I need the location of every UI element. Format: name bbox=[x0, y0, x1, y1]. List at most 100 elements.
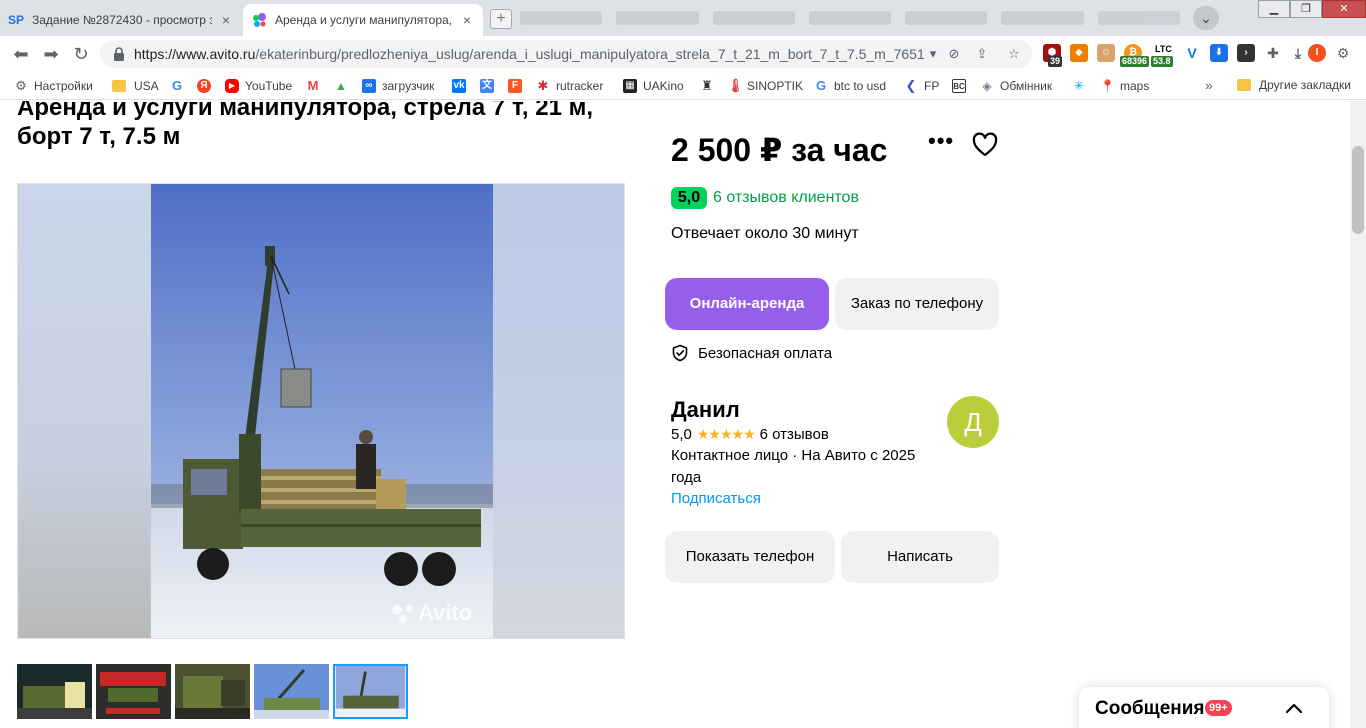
bookmark-gmail[interactable]: M bbox=[306, 78, 326, 94]
price: 2 500 ₽ за час bbox=[671, 132, 888, 168]
bookmark-sinoptik[interactable]: 🌡 SINOPTIK bbox=[727, 78, 803, 94]
reply-time: Отвечает около 30 минут bbox=[671, 225, 859, 242]
tab-search-icon[interactable]: ⌄ bbox=[1193, 6, 1219, 30]
bookmark-star[interactable]: ✳ bbox=[1072, 78, 1092, 94]
seller-avatar[interactable]: Д bbox=[947, 396, 999, 448]
google-icon: G bbox=[815, 78, 827, 93]
more-options-icon[interactable]: ••• bbox=[928, 130, 954, 157]
bookmark-maps[interactable]: 📍 maps bbox=[1100, 78, 1149, 94]
youtube-icon: ▶ bbox=[225, 79, 239, 93]
forward-icon[interactable]: ➡ bbox=[40, 44, 62, 64]
thumbnail[interactable] bbox=[17, 664, 92, 719]
download-ext-icon[interactable]: ⬇ bbox=[1210, 44, 1228, 62]
bookmark-bc[interactable]: BC bbox=[952, 78, 972, 94]
profile-avatar[interactable]: I bbox=[1308, 44, 1326, 62]
bookmark-star-icon[interactable]: ☆ bbox=[1005, 46, 1023, 62]
bookmarks-more-icon[interactable]: » bbox=[1205, 77, 1213, 93]
bookmark-yandex[interactable]: Я bbox=[197, 78, 217, 94]
bookmark-person[interactable]: ♜ bbox=[700, 78, 720, 94]
bookmark-uakino[interactable]: ▦ UAKino bbox=[623, 78, 684, 94]
drive-icon: ▲ bbox=[335, 79, 347, 93]
chevron-up-icon[interactable] bbox=[1283, 697, 1305, 719]
folder-icon bbox=[1237, 79, 1251, 91]
person-icon: ♜ bbox=[701, 78, 713, 93]
close-tab-icon[interactable]: × bbox=[459, 12, 475, 28]
back-icon[interactable]: ⬅ bbox=[10, 44, 32, 64]
online-rent-button[interactable]: Онлайн-аренда bbox=[665, 278, 829, 330]
bookmark-fp[interactable]: ❮ FP bbox=[904, 78, 940, 94]
new-tab-icon[interactable]: + bbox=[490, 9, 512, 29]
other-bookmarks[interactable]: Другие закладки bbox=[1237, 78, 1351, 92]
maps-icon: 📍 bbox=[1100, 79, 1115, 93]
tab-avito[interactable]: Аренда и услуги манипулятора, с × bbox=[243, 4, 483, 36]
safe-payment-label: Безопасная оплата bbox=[698, 344, 833, 362]
downloads-icon[interactable]: ⤓ bbox=[1289, 44, 1307, 62]
blocked-popup-icon[interactable]: ⊘ bbox=[945, 46, 963, 62]
window-controls: ▁ ❐ ✕ bbox=[1258, 0, 1366, 20]
bookmark-drive[interactable]: ▲ bbox=[334, 78, 354, 94]
bookmark-google[interactable]: G bbox=[170, 78, 190, 94]
phone-order-button[interactable]: Заказ по телефону bbox=[835, 278, 999, 330]
bookmark-youtube[interactable]: ▶ YouTube bbox=[225, 78, 292, 94]
v-ext-icon[interactable]: V bbox=[1183, 44, 1201, 62]
sp-favicon-icon: SP bbox=[8, 13, 25, 27]
subscribe-link[interactable]: Подписаться bbox=[671, 490, 761, 507]
maximize-icon[interactable]: ❐ bbox=[1290, 0, 1322, 18]
btc-badge: 68396 bbox=[1120, 56, 1150, 67]
close-window-icon[interactable]: ✕ bbox=[1322, 0, 1366, 18]
seller-name[interactable]: Данил bbox=[671, 397, 740, 423]
bookmark-loader[interactable]: ∞ загрузчик bbox=[362, 78, 434, 94]
tab-title: Аренда и услуги манипулятора, с bbox=[275, 13, 453, 27]
shield-ext-icon[interactable]: ◆ bbox=[1070, 44, 1088, 62]
uakino-icon: ▦ bbox=[623, 79, 637, 93]
gear-icon: ⚙ bbox=[15, 78, 27, 93]
bookmark-settings[interactable]: ⚙ Настройки bbox=[14, 78, 93, 94]
arrow-ext-icon[interactable]: › bbox=[1237, 44, 1255, 62]
bookmark-btc[interactable]: Gbtc to usd bbox=[814, 78, 886, 94]
reviews-link[interactable]: 6 отзывов клиентов bbox=[713, 189, 859, 207]
tab-task[interactable]: SP Задание №2872430 - просмотр з × bbox=[0, 4, 242, 36]
bookmark-usa[interactable]: USA bbox=[112, 78, 159, 94]
reload-icon[interactable]: ↻ bbox=[70, 44, 92, 64]
bookmark-rutracker[interactable]: ✱ rutracker bbox=[536, 78, 604, 94]
browser-toolbar: ⬅ ➡ ↻ https://www.avito.ru/ekaterinburg/… bbox=[0, 36, 1366, 72]
bookmark-f[interactable]: F bbox=[508, 78, 528, 94]
close-tab-icon[interactable]: × bbox=[218, 12, 234, 28]
extensions-puzzle-icon[interactable]: ✚ bbox=[1264, 44, 1282, 62]
seller-reviews-link[interactable]: 6 отзывов bbox=[760, 426, 829, 443]
bookmark-translate[interactable]: 文 bbox=[480, 78, 500, 94]
tab-strip: SP Задание №2872430 - просмотр з × Аренд… bbox=[0, 0, 1366, 36]
chrome-menu-icon[interactable]: ⚙ bbox=[1334, 44, 1352, 62]
messages-badge: 99+ bbox=[1205, 700, 1232, 716]
share-icon[interactable]: ⇪ bbox=[973, 46, 991, 62]
face-ext-icon[interactable]: ☺ bbox=[1097, 44, 1115, 62]
thumbnail[interactable] bbox=[175, 664, 250, 719]
main-photo[interactable]: Avito bbox=[17, 183, 625, 639]
url-text[interactable]: https://www.avito.ru/ekaterinburg/predlo… bbox=[134, 46, 924, 62]
show-phone-button[interactable]: Показать телефон bbox=[665, 531, 835, 583]
thumbnail[interactable] bbox=[254, 664, 329, 719]
background-tabs bbox=[520, 8, 1180, 28]
address-bar[interactable]: https://www.avito.ru/ekaterinburg/predlo… bbox=[100, 40, 1032, 68]
infinity-icon: ∞ bbox=[362, 79, 376, 93]
photo-blur-right bbox=[493, 184, 624, 638]
folder-icon bbox=[112, 80, 126, 92]
write-message-button[interactable]: Написать bbox=[841, 531, 999, 583]
page-viewport: Аренда и услуги манипулятора, стрела 7 т… bbox=[0, 101, 1350, 728]
scrollbar-thumb[interactable] bbox=[1352, 146, 1364, 234]
favorite-heart-icon[interactable] bbox=[971, 132, 999, 158]
translate-icon: 文 bbox=[480, 79, 494, 93]
bookmarks-bar: ⚙ Настройки USA G Я ▶ YouTube M ▲ ∞ загрузч… bbox=[0, 72, 1366, 100]
thumbnail-active[interactable] bbox=[333, 664, 408, 719]
minimize-icon[interactable]: ▁ bbox=[1258, 0, 1290, 18]
messages-widget[interactable]: Сообщения 99+ bbox=[1079, 687, 1329, 728]
bookmark-exchange[interactable]: ◈ Обмінник bbox=[980, 78, 1052, 94]
yandex-icon: Я bbox=[197, 79, 211, 93]
bookmark-vk[interactable]: vk bbox=[452, 78, 472, 94]
rutracker-icon: ✱ bbox=[537, 78, 549, 93]
star-icon: ✳ bbox=[1073, 78, 1085, 93]
page-scrollbar[interactable] bbox=[1350, 101, 1366, 728]
thumbnail[interactable] bbox=[96, 664, 171, 719]
crane-truck-photo bbox=[151, 184, 493, 638]
dropdown-icon[interactable]: ▾ bbox=[924, 46, 942, 62]
